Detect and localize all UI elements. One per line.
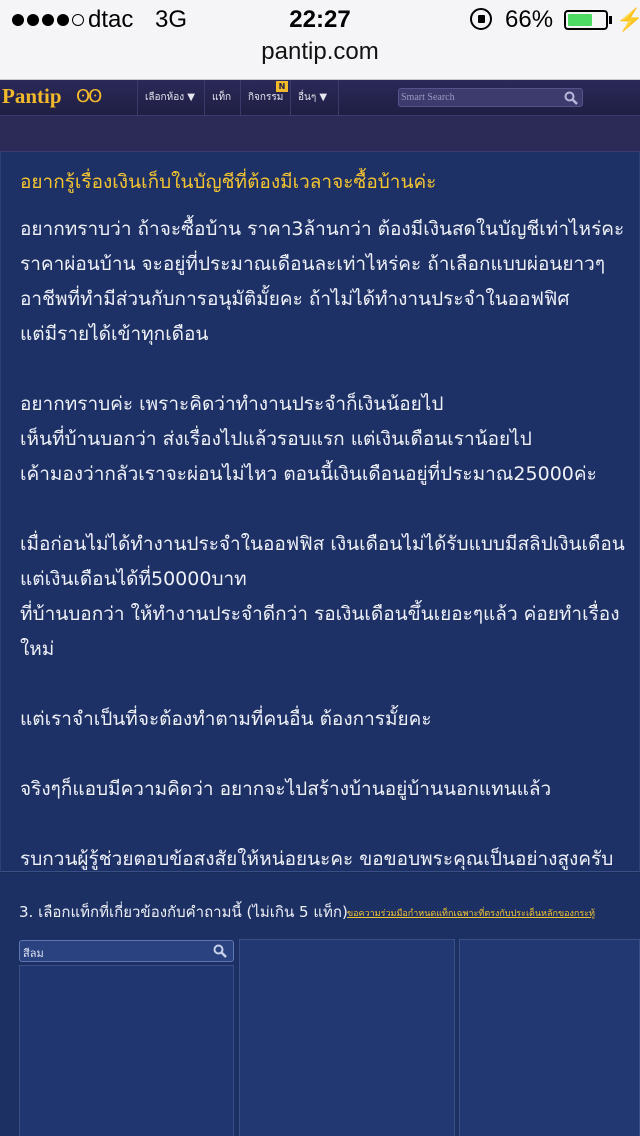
- search-icon[interactable]: [564, 91, 578, 105]
- post-paragraph: อยากทราบว่า ถ้าจะซื้อบ้าน ราคา3ล้านกว่า …: [20, 218, 625, 345]
- battery-percent: 66%: [505, 6, 554, 33]
- url-bar[interactable]: pantip.com: [0, 38, 640, 66]
- post-title: อยากรู้เรื่องเงินเก็บในบัญชีที่ต้องมีเวล…: [20, 171, 437, 193]
- tag-search-value: สีลม: [23, 947, 44, 960]
- nav-divider: [338, 80, 339, 116]
- battery-level-fill: [568, 14, 592, 26]
- nav-more[interactable]: อื่นๆ ▼: [298, 90, 327, 105]
- tag-guideline-link[interactable]: ขอความร่วมมือกำหนดแท็กเฉพาะที่ตรงกับประเ…: [347, 906, 595, 920]
- topic-post: อยากรู้เรื่องเงินเก็บในบัญชีที่ต้องมีเวล…: [0, 152, 640, 872]
- tag-column-middle: [239, 939, 455, 1136]
- post-paragraph: รบกวนผู้รู้ช่วยตอบข้อสงสัยให้หน่อยนะคะ ข…: [20, 848, 614, 870]
- nav-divider: [290, 80, 291, 116]
- search-placeholder: Smart Search: [401, 92, 455, 103]
- nav-tags[interactable]: แท็ก: [212, 90, 231, 105]
- post-paragraph: เมื่อก่อนไม่ได้ทำงานประจำในออฟฟิส เงินเด…: [20, 533, 625, 660]
- post-paragraph: อยากทราบค่ะ เพราะคิดว่าทำงานประจำก็เงินน…: [20, 393, 597, 485]
- nav-divider: [240, 80, 241, 116]
- post-paragraph: จริงๆก็แอบมีความคิดว่า อยากจะไปสร้างบ้าน…: [20, 778, 552, 800]
- nav-activities[interactable]: กิจกรรม: [248, 90, 283, 105]
- tag-results-list[interactable]: [19, 965, 234, 1136]
- pantip-logo[interactable]: Pantip: [2, 84, 62, 109]
- smart-search-input[interactable]: Smart Search: [398, 88, 583, 107]
- tag-column-right: [459, 939, 640, 1136]
- ios-top-chrome: dtac 3G 22:27 66% ⚡ pantip.com: [0, 0, 640, 80]
- tag-section-heading: 3. เลือกแท็กที่เกี่ยวข้องกับคำถามนี้ (ไม…: [19, 903, 348, 921]
- battery-tip: [609, 16, 612, 24]
- charging-bolt-icon: ⚡: [616, 7, 640, 32]
- pantip-logo-mark: ʘʘ: [76, 86, 102, 107]
- nav-select-room[interactable]: เลือกห้อง ▼: [145, 90, 195, 105]
- search-icon[interactable]: [213, 944, 227, 958]
- post-paragraph: แต่เราจำเป็นที่จะต้องทำตามที่คนอื่น ต้อง…: [20, 708, 432, 730]
- nav-divider: [137, 80, 138, 116]
- rotation-lock-icon: [470, 8, 492, 30]
- nav-divider: [204, 80, 205, 116]
- status-bar: dtac 3G 22:27 66% ⚡: [0, 0, 640, 40]
- tag-search-input[interactable]: สีลม: [19, 940, 234, 962]
- new-badge: N: [276, 81, 288, 92]
- post-body: อยากทราบว่า ถ้าจะซื้อบ้าน ราคา3ล้านกว่า …: [20, 212, 630, 877]
- room-subnav-strip: [0, 116, 640, 152]
- battery-icon: [564, 10, 608, 30]
